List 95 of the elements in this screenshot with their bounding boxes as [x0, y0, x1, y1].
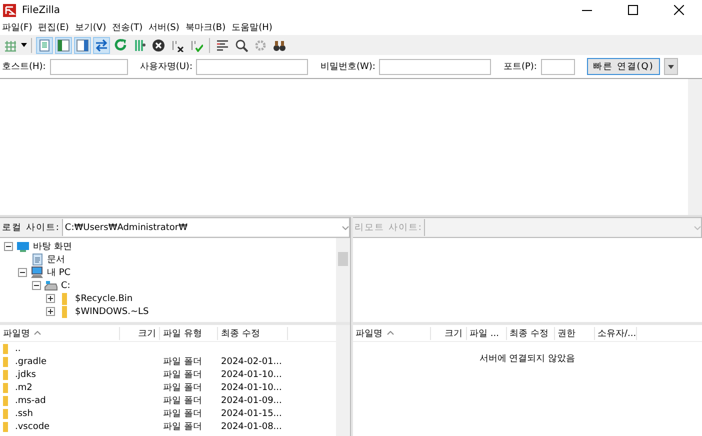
input-field[interactable] — [196, 58, 308, 74]
app-logo-icon — [3, 4, 16, 16]
file-type: 파일 폴더 — [162, 369, 203, 381]
file-type: 파일 폴더 — [162, 356, 203, 368]
close-icon — [674, 5, 684, 15]
tree-item[interactable]: 내 PC — [47, 266, 71, 279]
file-name: .m2 — [14, 382, 34, 392]
column-header-label: 파일 유형 — [163, 328, 202, 340]
file-name: .. — [14, 344, 22, 354]
menu-item[interactable]: 파일(F) — [0, 21, 36, 34]
modified-date: 2024-02-01... — [220, 356, 283, 366]
input-field[interactable] — [379, 58, 492, 74]
binoculars-icon — [273, 38, 286, 52]
reconnect-icon — [190, 38, 203, 52]
file-name: .gradle — [14, 356, 48, 366]
file-type: 파일 폴더 — [162, 421, 203, 433]
tree-item[interactable]: 문서 — [47, 253, 65, 266]
input-field[interactable] — [540, 58, 575, 74]
message-log-toggle — [38, 38, 51, 52]
file-type: 파일 폴더 — [162, 408, 203, 420]
cancel-button[interactable] — [150, 36, 167, 54]
chevron-down-icon[interactable] — [342, 226, 348, 230]
column-header[interactable]: 크기 — [120, 326, 160, 340]
transfer-queue-toggle[interactable] — [93, 36, 110, 54]
tree-item[interactable]: $WINDOWS.~LS — [75, 306, 149, 316]
menu-item[interactable]: 편집(E) — [36, 21, 73, 34]
column-header-label: 최종 수정 — [510, 328, 548, 340]
disconnect-icon — [171, 38, 184, 52]
desktop-icon — [16, 240, 30, 253]
column-header-label: 파일명 — [3, 328, 30, 340]
drive-icon — [44, 279, 58, 292]
filter-icon — [133, 38, 146, 52]
file-name: .ssh — [14, 408, 34, 418]
transfer-queue-toggle — [95, 38, 108, 52]
collapse-icon[interactable] — [18, 268, 27, 277]
column-header-label: 최종 수정 — [221, 328, 260, 340]
site-manager-icon — [4, 38, 17, 52]
column-header-label: 권한 — [558, 328, 576, 340]
maximize-icon — [628, 5, 638, 15]
file-name: .jdks — [14, 370, 37, 380]
search-icon — [235, 38, 248, 52]
input-field[interactable] — [50, 58, 128, 74]
site-label: 로컬 사이트: — [1, 222, 61, 234]
remote-tree-toggle[interactable] — [74, 36, 91, 54]
directory-listing-icon — [216, 38, 229, 52]
document-icon — [30, 253, 44, 266]
dropdown-button[interactable] — [664, 58, 678, 75]
file-name: .vscode — [14, 422, 51, 432]
field-label: 사용자명(U): — [140, 61, 192, 73]
local-tree-toggle[interactable] — [55, 36, 72, 54]
refresh-button[interactable] — [112, 36, 129, 54]
status-message: 서버에 연결되지 않았음 — [478, 353, 576, 365]
local-tree-toggle — [57, 38, 70, 52]
field-label: 비밀번호(W): — [320, 61, 376, 73]
menu-item[interactable]: 서버(S) — [146, 21, 184, 34]
collapse-icon[interactable] — [32, 281, 41, 290]
expand-icon[interactable] — [46, 307, 55, 316]
caret-icon[interactable] — [21, 43, 27, 47]
refresh-icon — [114, 38, 127, 52]
quickconnect-button[interactable]: 빠른 연결(Q) — [586, 58, 660, 75]
modified-date: 2024-01-10... — [220, 370, 283, 380]
remote-tree-toggle — [76, 38, 89, 52]
column-header-label: 파일 ... — [470, 328, 499, 340]
menu-item[interactable]: 도움말(H) — [230, 21, 276, 34]
modified-date: 2024-01-10... — [220, 382, 283, 392]
column-header-label: 크기 — [138, 328, 156, 340]
window-title: FileZilla — [22, 4, 60, 16]
file-type: 파일 폴더 — [162, 395, 203, 407]
path-text: C:₩Users₩Administrator₩ — [64, 222, 188, 232]
file-type: 파일 폴더 — [162, 382, 203, 394]
tree-item[interactable]: 바탕 화면 — [33, 240, 72, 253]
field-label: 호스트(H): — [2, 61, 46, 73]
column-header-label: 파일명 — [356, 328, 382, 340]
menu-item[interactable]: 북마크(B) — [183, 21, 230, 34]
column-header[interactable]: 파일 유형 — [160, 326, 218, 340]
expand-icon[interactable] — [46, 294, 55, 303]
column-header[interactable]: 최종 수정 — [218, 326, 288, 340]
file-name: .ms-ad — [14, 396, 47, 406]
message-log-toggle[interactable] — [36, 36, 53, 54]
collapse-icon[interactable] — [4, 242, 13, 251]
menu-item[interactable]: 전송(T) — [110, 21, 147, 34]
column-header-label: 크기 — [444, 328, 462, 340]
tree-item[interactable]: C: — [61, 280, 70, 290]
field-label: 포트(P): — [503, 61, 537, 73]
caret-icon — [668, 64, 674, 68]
modified-date: 2024-01-15... — [220, 408, 283, 418]
cancel-icon — [152, 38, 165, 52]
path-field[interactable]: C:₩Users₩Administrator₩ — [62, 219, 348, 236]
modified-date: 2024-01-08... — [220, 422, 283, 432]
column-header[interactable]: 파일명 — [0, 326, 120, 340]
modified-date: 2024-01-09... — [220, 396, 283, 406]
computer-icon — [30, 266, 44, 279]
tree-item[interactable]: $Recycle.Bin — [75, 294, 133, 304]
menu-item[interactable]: 보기(V) — [72, 21, 110, 34]
site-label: 리모트 사이트: — [354, 222, 424, 234]
